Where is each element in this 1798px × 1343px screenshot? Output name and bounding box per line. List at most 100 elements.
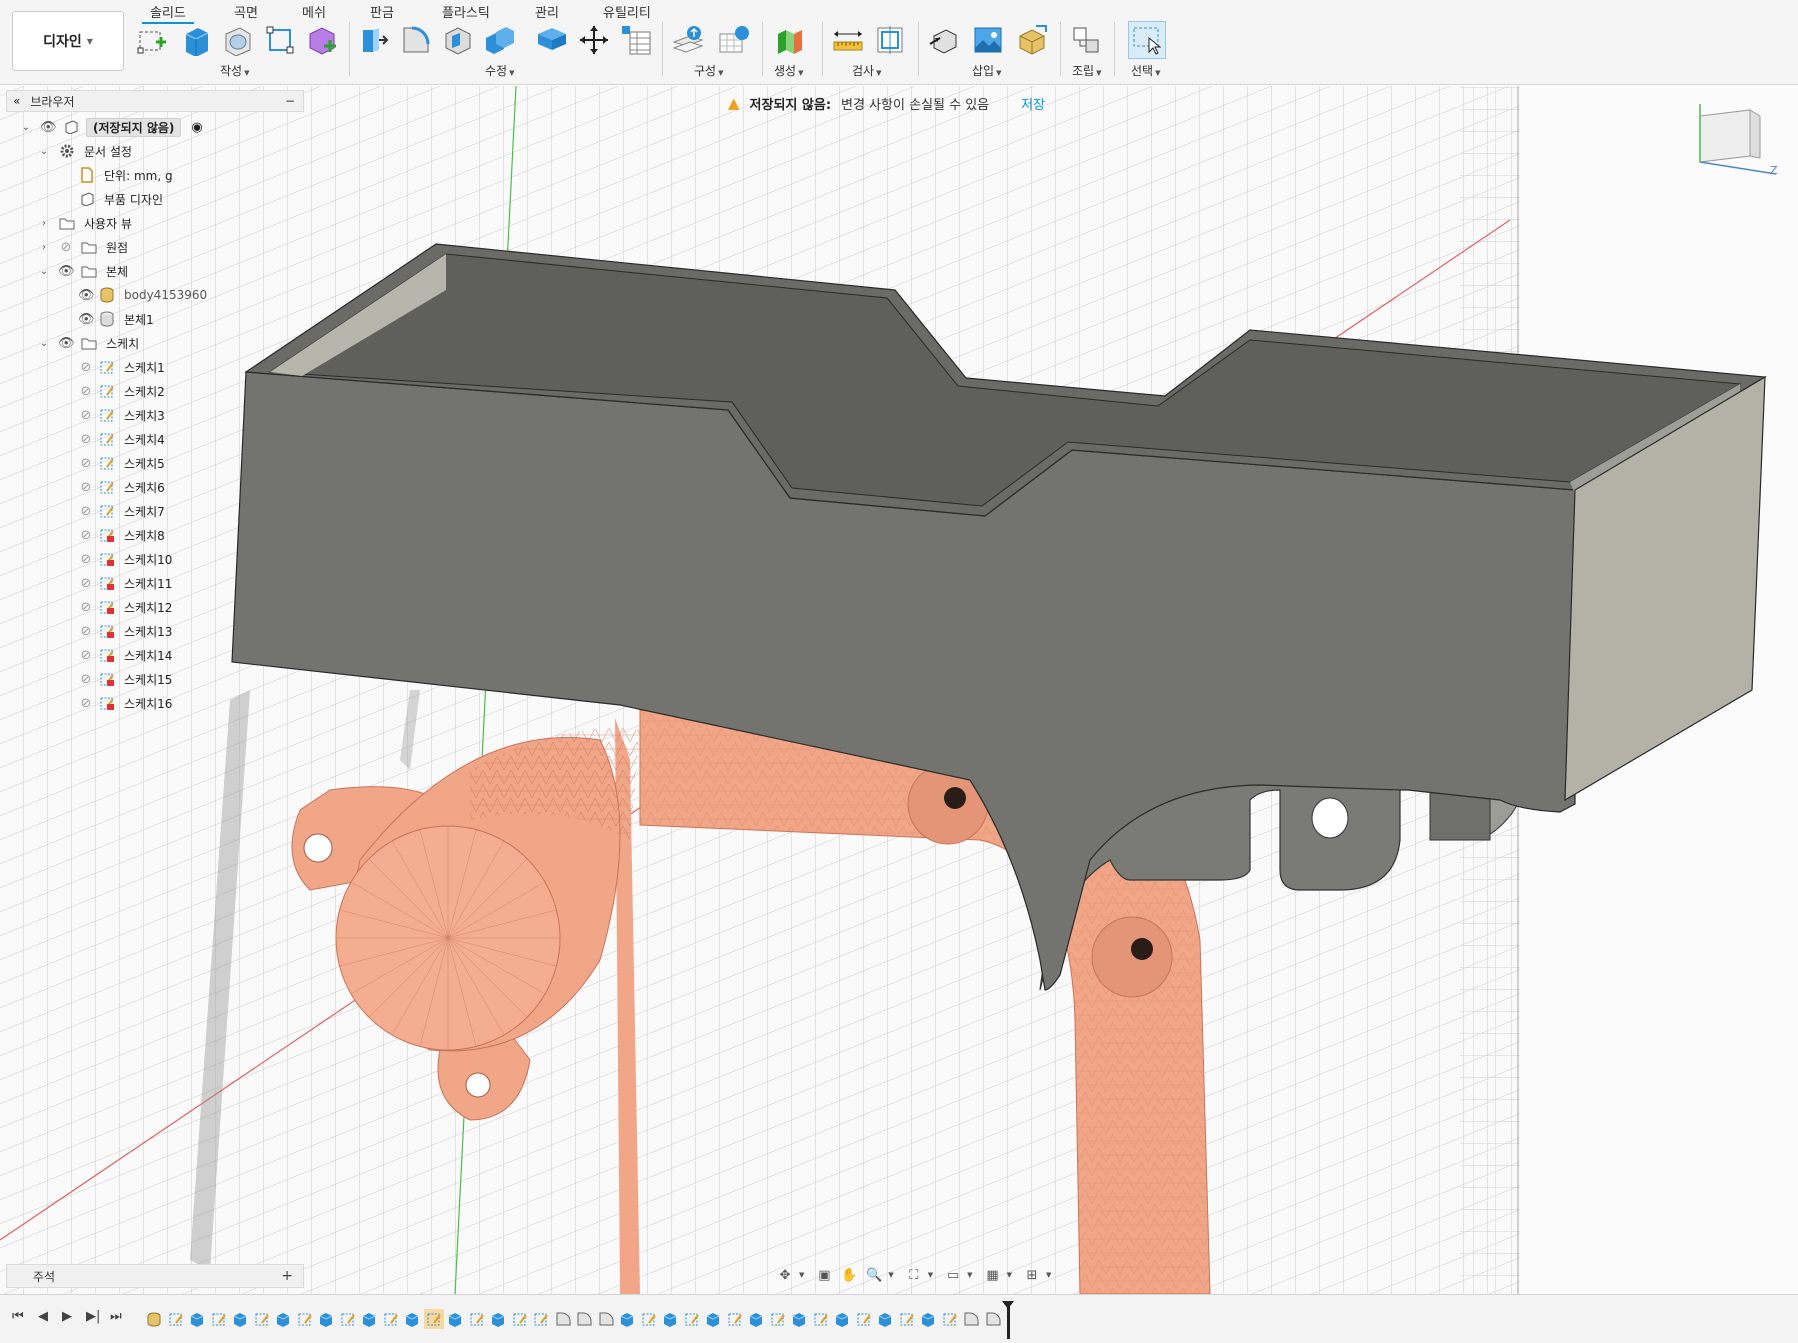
eye-hidden-icon[interactable]: ⊘ — [78, 456, 94, 471]
timeline-extrude-icon[interactable] — [617, 1309, 637, 1329]
tree-sketches[interactable]: ⌄ 👁 스케치 — [38, 332, 141, 354]
timeline-sketch-icon[interactable] — [854, 1309, 874, 1329]
timeline-fillet-icon[interactable] — [983, 1309, 1003, 1329]
tree-doc-settings[interactable]: ⌄ 문서 설정 — [38, 140, 134, 162]
eye-icon[interactable]: 👁 — [58, 264, 75, 279]
tree-root[interactable]: ⌄ 👁 (저장되지 않음) ◉ — [20, 116, 203, 138]
viewports-icon[interactable]: ⊞ — [1021, 1264, 1043, 1286]
tree-sketch-item[interactable]: ⊘ 스케치10 — [78, 548, 174, 570]
eye-hidden-icon[interactable]: ⊘ — [78, 408, 94, 423]
timeline-extrude-icon[interactable] — [230, 1309, 250, 1329]
eye-hidden-icon[interactable]: ⊘ — [78, 576, 94, 591]
tab-sheet-metal[interactable]: 판금 — [370, 2, 394, 21]
fit-icon[interactable]: ⛶ — [903, 1264, 925, 1286]
eye-hidden-icon[interactable]: ⊘ — [78, 624, 94, 639]
display-settings-icon[interactable]: ▭ — [942, 1264, 964, 1286]
look-at-icon[interactable]: ▣ — [813, 1264, 835, 1286]
timeline-sketch-icon[interactable] — [209, 1309, 229, 1329]
group-generate[interactable]: 생성 ▼ — [774, 62, 803, 79]
tab-solid[interactable]: 솔리드 — [142, 2, 194, 24]
timeline-sketch-icon[interactable] — [897, 1309, 917, 1329]
play-icon[interactable]: ▶ — [62, 1309, 72, 1324]
timeline-fillet-icon[interactable] — [596, 1309, 616, 1329]
eye-hidden-icon[interactable]: ⊘ — [78, 480, 94, 495]
tree-sketch-item[interactable]: ⊘ 스케치7 — [78, 500, 167, 522]
tree-bodies[interactable]: ⌄ 👁 본체 — [38, 260, 130, 282]
group-assemble[interactable]: 조립 ▼ — [1072, 62, 1101, 79]
chevron-down-icon[interactable]: ⌄ — [38, 146, 50, 157]
eye-hidden-icon[interactable]: ⊘ — [78, 360, 94, 375]
insert-mesh-icon[interactable] — [1016, 24, 1048, 56]
tree-sketch-item[interactable]: ⊘ 스케치14 — [78, 644, 174, 666]
go-to-start-icon[interactable]: ⏮ — [12, 1309, 24, 1324]
tree-component-design[interactable]: 부품 디자인 — [78, 188, 165, 210]
select-icon[interactable] — [1128, 21, 1166, 59]
tree-sketch-item[interactable]: ⊘ 스케치15 — [78, 668, 174, 690]
eye-hidden-icon[interactable]: ⊘ — [78, 552, 94, 567]
tree-units[interactable]: 단위: mm, g — [78, 164, 175, 186]
tree-sketch-item[interactable]: ⊘ 스케치6 — [78, 476, 167, 498]
timeline-fillet-icon[interactable] — [553, 1309, 573, 1329]
chevron-right-icon[interactable]: › — [38, 242, 50, 253]
insert-derive-icon[interactable] — [928, 24, 960, 56]
tree-sketch-item[interactable]: ⊘ 스케치16 — [78, 692, 174, 714]
timeline-marker[interactable] — [1002, 1301, 1014, 1339]
timeline-extrude-icon[interactable] — [402, 1309, 422, 1329]
timeline-extrude-icon[interactable] — [789, 1309, 809, 1329]
chevron-down-icon[interactable]: ⌄ — [38, 266, 50, 277]
eye-icon[interactable]: 👁 — [78, 288, 95, 303]
step-forward-icon[interactable]: ▶| — [86, 1309, 100, 1324]
timeline-sketch-icon[interactable] — [639, 1309, 659, 1329]
group-inspect[interactable]: 검사 ▼ — [852, 62, 881, 79]
eye-hidden-icon[interactable]: ⊘ — [78, 648, 94, 663]
notes-panel[interactable]: 주석 + — [6, 1264, 304, 1288]
press-pull-icon[interactable] — [357, 24, 389, 56]
timeline-sketch-icon[interactable] — [811, 1309, 831, 1329]
timeline-fillet-icon[interactable] — [961, 1309, 981, 1329]
timeline-sketch-icon[interactable] — [295, 1309, 315, 1329]
timeline-sketch-icon[interactable] — [467, 1309, 487, 1329]
timeline-sketch-icon[interactable] — [940, 1309, 960, 1329]
insert-canvas-icon[interactable] — [972, 24, 1004, 56]
tab-manage[interactable]: 관리 — [535, 2, 559, 21]
chevron-down-icon[interactable]: ⌄ — [20, 122, 32, 133]
joint-icon[interactable] — [1070, 24, 1102, 56]
section-analysis-icon[interactable] — [874, 24, 906, 56]
tree-sketch-item[interactable]: ⊘ 스케치5 — [78, 452, 167, 474]
chevron-right-icon[interactable]: › — [38, 218, 50, 229]
timeline-sketch-icon[interactable] — [725, 1309, 745, 1329]
pan-icon[interactable]: ✋ — [838, 1264, 860, 1286]
measure-icon[interactable] — [832, 24, 864, 56]
timeline-sketch-icon[interactable] — [531, 1309, 551, 1329]
tree-sketch-item[interactable]: ⊘ 스케치2 — [78, 380, 167, 402]
timeline-extrude-icon[interactable] — [488, 1309, 508, 1329]
go-to-end-icon[interactable]: ⏭ — [110, 1309, 122, 1324]
timeline-extrude-icon[interactable] — [359, 1309, 379, 1329]
timeline-sketch-icon[interactable] — [252, 1309, 272, 1329]
eye-icon[interactable]: 👁 — [40, 120, 57, 135]
grid-icon[interactable]: ▦ — [982, 1264, 1004, 1286]
timeline-extrude-icon[interactable] — [660, 1309, 680, 1329]
timeline-sketch-icon[interactable] — [166, 1309, 186, 1329]
shell-icon[interactable] — [442, 24, 474, 56]
offset-plane-icon[interactable] — [672, 24, 704, 56]
sketch-rectangle-icon[interactable] — [264, 24, 296, 56]
timeline-sketch-icon[interactable] — [338, 1309, 358, 1329]
save-link[interactable]: 저장 — [1021, 94, 1045, 113]
timeline-extrude-icon[interactable] — [918, 1309, 938, 1329]
timeline-sketch-icon[interactable] — [768, 1309, 788, 1329]
canvas-viewport[interactable]: ▲ 저장되지 않음: 변경 사항이 손실될 수 있음 저장 Z « 브라우저 −… — [0, 86, 1798, 1294]
tree-origin[interactable]: › ⊘ 원점 — [38, 236, 130, 258]
eye-hidden-icon[interactable]: ⊘ — [78, 432, 94, 447]
timeline-extrude-icon[interactable] — [187, 1309, 207, 1329]
tree-body-solid[interactable]: 👁 본체1 — [78, 308, 156, 330]
eye-icon[interactable]: 👁 — [78, 312, 95, 327]
radio-active-icon[interactable]: ◉ — [191, 120, 202, 135]
step-back-icon[interactable]: ◀ — [38, 1309, 48, 1324]
tab-surface[interactable]: 곡면 — [234, 2, 258, 21]
workspace-switcher[interactable]: 디자인 ▼ — [12, 11, 124, 71]
revolve-icon[interactable] — [222, 24, 254, 56]
generative-design-icon[interactable] — [774, 24, 806, 56]
eye-hidden-icon[interactable]: ⊘ — [78, 672, 94, 687]
timeline-extrude-icon[interactable] — [703, 1309, 723, 1329]
